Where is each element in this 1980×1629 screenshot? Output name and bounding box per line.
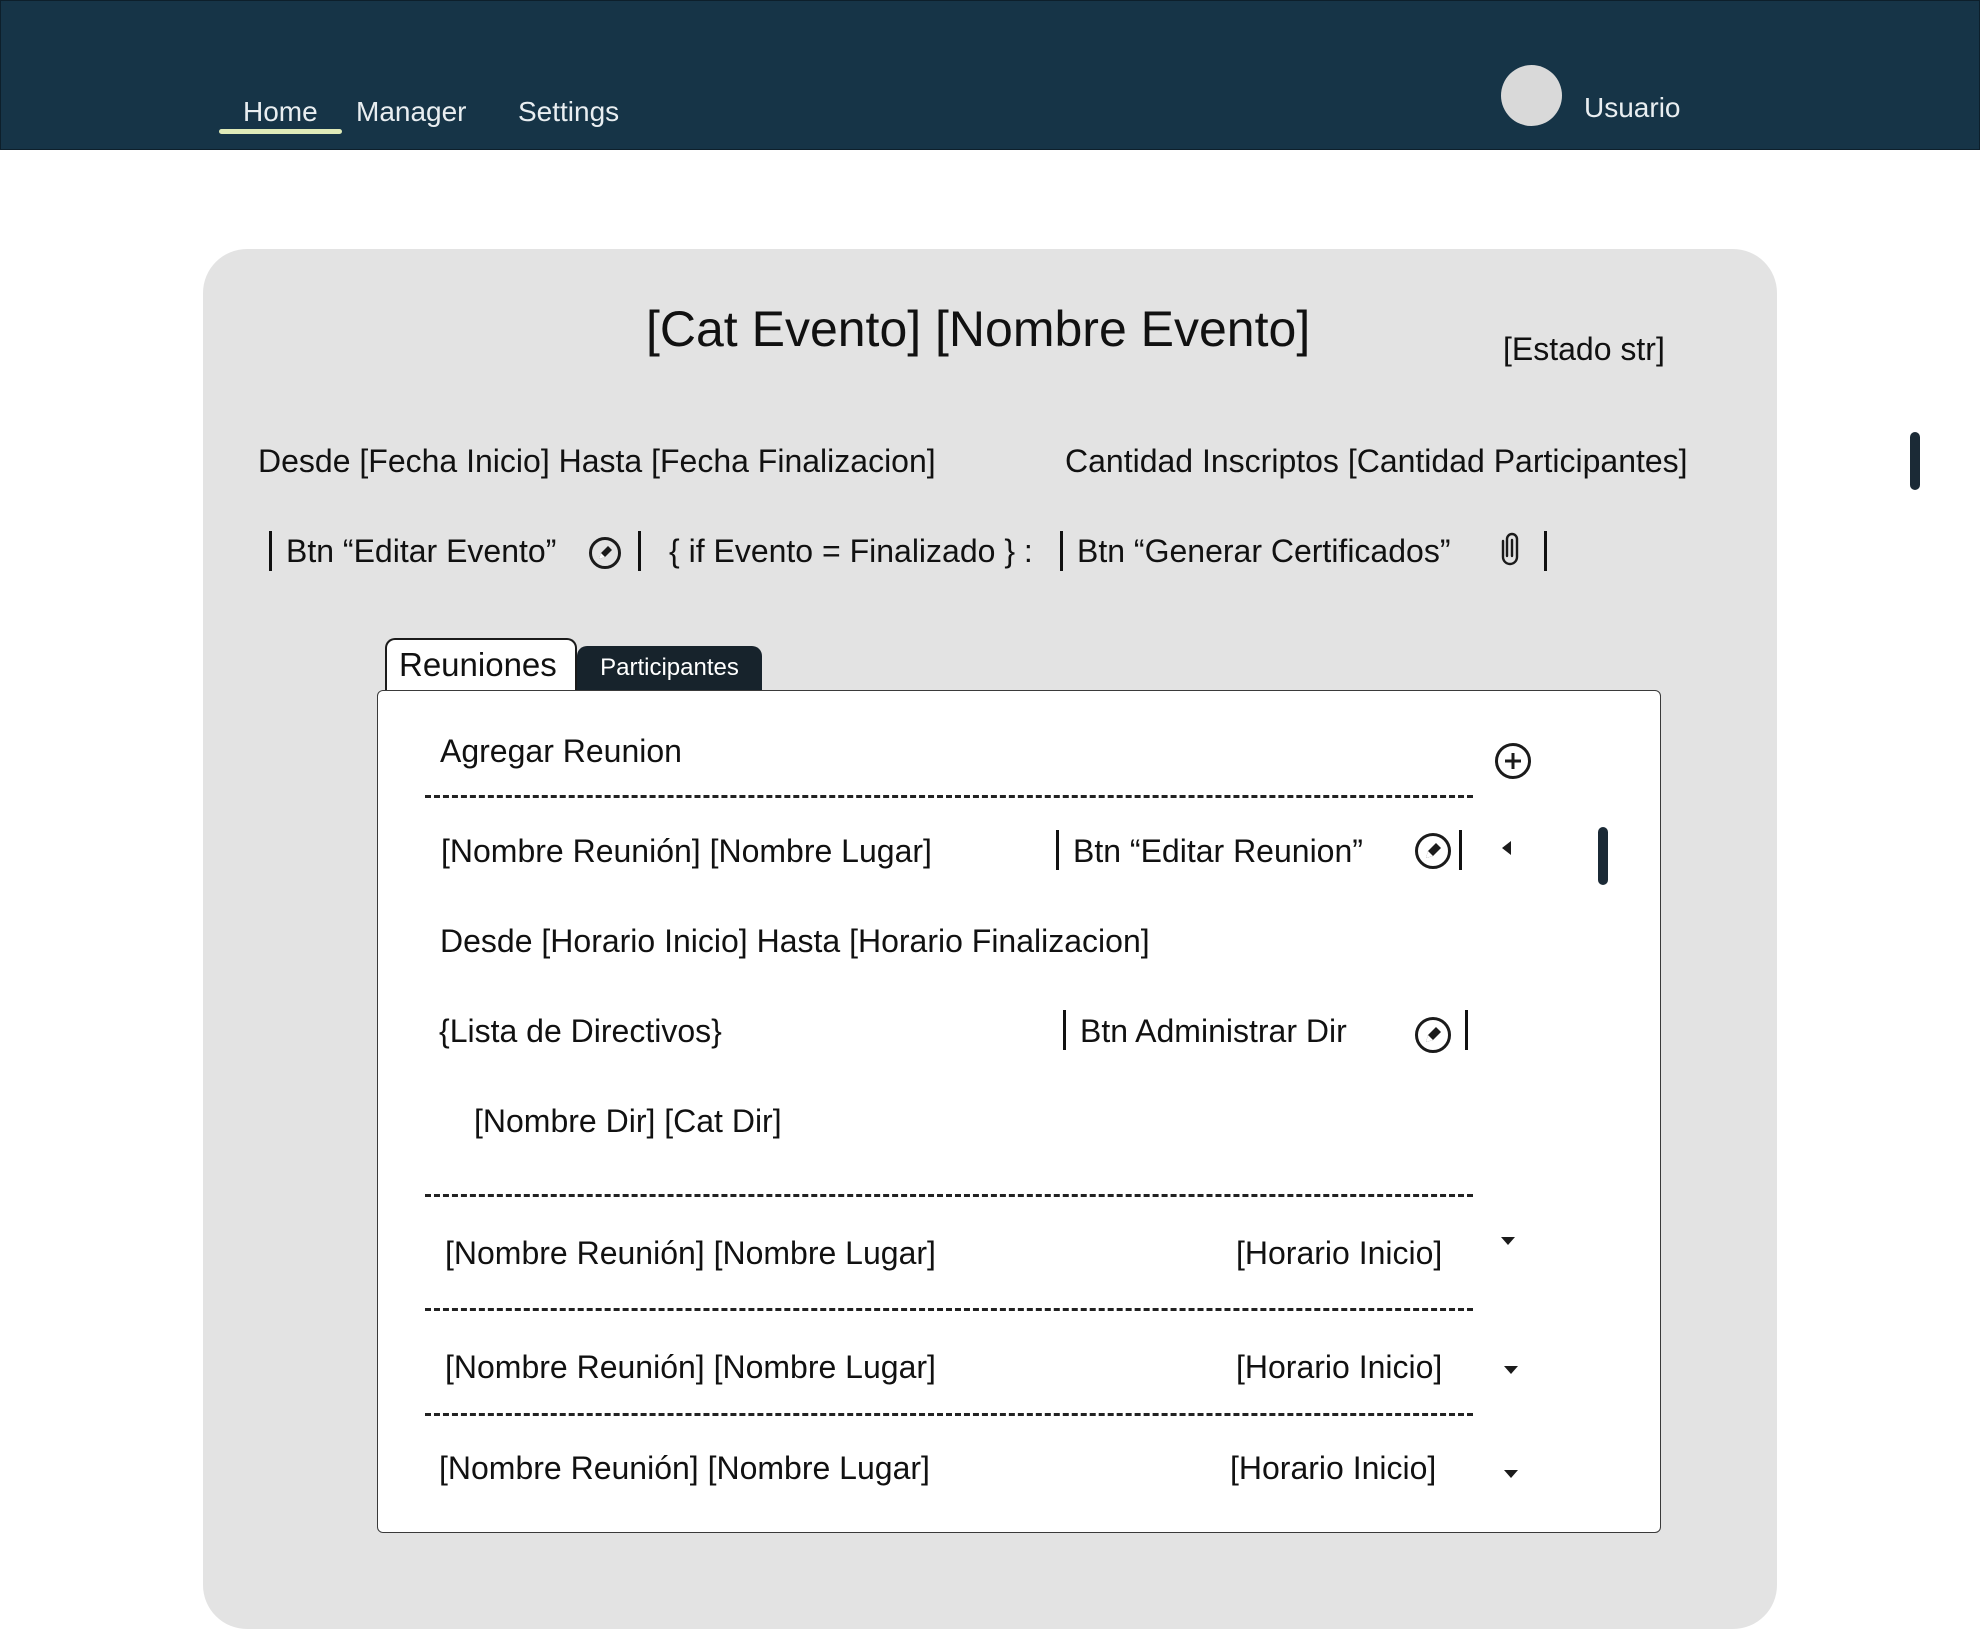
add-meeting-label: Agregar Reunion [440, 733, 682, 769]
row-divider [425, 1194, 1473, 1197]
event-enrolled-count: Cantidad Inscriptos [Cantidad Participan… [1065, 443, 1688, 479]
divider-bar [638, 531, 641, 571]
nav-active-underline [219, 129, 342, 134]
user-name[interactable]: Usuario [1584, 88, 1680, 128]
caret-down-icon[interactable] [1501, 1237, 1515, 1245]
nav-manager[interactable]: Manager [356, 92, 467, 132]
caret-down-icon[interactable] [1504, 1366, 1518, 1374]
divider-bar [1459, 830, 1462, 870]
tab-meetings[interactable]: Reuniones [385, 638, 577, 690]
event-title: [Cat Evento] [Nombre Evento] [646, 301, 1311, 357]
meeting-name-place: [Nombre Reunión] [Nombre Lugar] [439, 1450, 930, 1486]
panel-scrollbar[interactable] [1598, 827, 1608, 885]
manage-directors-button[interactable]: Btn Administrar Dir [1080, 1010, 1347, 1052]
finalized-condition-text: { if Evento = Finalizado } : [669, 533, 1033, 569]
plus-circle-icon[interactable] [1495, 743, 1531, 779]
pencil-circle-icon[interactable] [1415, 1017, 1451, 1053]
meeting-name-place: [Nombre Reunión] [Nombre Lugar] [441, 833, 932, 869]
edit-meeting-button[interactable]: Btn “Editar Reunion” [1073, 830, 1363, 872]
meeting-schedule: Desde [Horario Inicio] Hasta [Horario Fi… [440, 923, 1150, 959]
event-dates: Desde [Fecha Inicio] Hasta [Fecha Finali… [258, 443, 936, 479]
meeting-name-place: [Nombre Reunión] [Nombre Lugar] [445, 1349, 936, 1385]
meeting-start-time: [Horario Inicio] [1236, 1349, 1443, 1385]
pencil-circle-icon[interactable] [1415, 833, 1451, 869]
paperclip-icon[interactable] [1498, 530, 1526, 566]
directors-list-label: {Lista de Directivos} [439, 1013, 722, 1049]
event-state: [Estado str] [1503, 331, 1665, 367]
nav-settings[interactable]: Settings [518, 92, 619, 132]
divider-bar [1060, 531, 1063, 571]
divider-bar [1465, 1010, 1468, 1050]
nav-home[interactable]: Home [243, 92, 318, 132]
divider-bar [1063, 1010, 1066, 1050]
row-divider [425, 1413, 1473, 1416]
row-divider [425, 1308, 1473, 1311]
divider-bar [269, 531, 272, 571]
meeting-name-place: [Nombre Reunión] [Nombre Lugar] [445, 1235, 936, 1271]
director-item: [Nombre Dir] [Cat Dir] [474, 1103, 782, 1139]
caret-left-icon[interactable] [1502, 841, 1511, 855]
generate-certificates-button[interactable]: Btn “Generar Certificados” [1077, 530, 1450, 572]
caret-down-icon[interactable] [1504, 1470, 1518, 1478]
edit-event-button[interactable]: Btn “Editar Evento” [286, 530, 556, 572]
page-scrollbar[interactable] [1910, 432, 1920, 490]
meeting-start-time: [Horario Inicio] [1230, 1450, 1437, 1486]
pencil-circle-icon[interactable] [589, 537, 621, 569]
meeting-start-time: [Horario Inicio] [1236, 1235, 1443, 1271]
avatar[interactable] [1501, 65, 1562, 126]
tab-participants[interactable]: Participantes [577, 646, 762, 690]
divider-bar [1544, 531, 1547, 571]
divider-bar [1056, 830, 1059, 870]
row-divider [425, 795, 1473, 798]
